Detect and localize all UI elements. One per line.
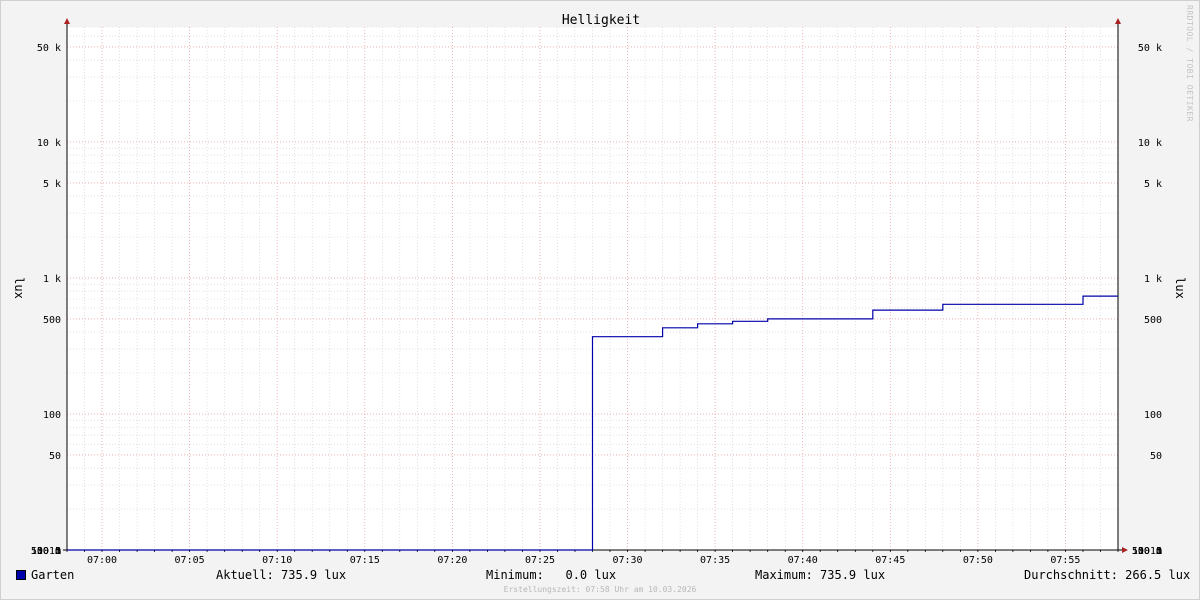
y-tick-label-left: 10 k (37, 138, 61, 149)
y-tick-label-left: 5 k (43, 179, 61, 190)
watermark: RRDTOOL / TOBI OETIKER (1185, 5, 1194, 122)
chart-title: Helligkeit (562, 13, 640, 28)
creation-time-footer: Erstellungszeit: 07:58 Uhr am 10.03.2026 (503, 585, 697, 594)
legend-swatch (16, 570, 26, 580)
y-tick-label-right: 5 k (1144, 179, 1162, 190)
y-axis-label-right: lux (1173, 277, 1187, 299)
legend-average: Durchschnitt: 266.5 lux (1024, 568, 1191, 582)
y-tick-label-left: 1 k (43, 274, 61, 285)
x-tick-label: 07:10 (262, 555, 292, 566)
x-tick-label: 07:00 (87, 555, 117, 566)
x-tick-label: 07:50 (963, 555, 993, 566)
y-axis-label-left: lux (12, 277, 26, 299)
legend-series-name: Garten (31, 568, 75, 582)
y-axis-arrow-left (64, 18, 70, 24)
legend-minimum: Minimum: 0.0 lux (486, 568, 617, 582)
x-tick-label: 07:40 (788, 555, 818, 566)
y-tick-label-left: 50 k (37, 43, 61, 54)
x-tick-label: 07:20 (437, 555, 467, 566)
chart-frame: 10 m 10 m 50 m 50 m 100 m 100 m 500 m 500 m1155… (0, 0, 1200, 600)
y-tick-label-right: 50 k (1138, 43, 1162, 54)
x-tick-label: 07:30 (612, 555, 642, 566)
y-axis-arrow-right (1115, 18, 1121, 24)
x-tick-label: 07:55 (1050, 555, 1080, 566)
x-axis-arrow (1122, 547, 1128, 553)
x-tick-label: 07:25 (525, 555, 555, 566)
y-tick-label-right: 1 k (1144, 274, 1162, 285)
chart-svg: 10 m 10 m50 m 50 m100 m 100 m500 m 500 m1 15 5… (12, 13, 1187, 566)
x-tick-label: 07:15 (350, 555, 380, 566)
y-tick-label-right: 50 (1150, 451, 1162, 462)
legend: Garten Aktuell: 735.9 lux Minimum: 0.0 l… (1, 567, 1199, 585)
x-tick-label: 07:05 (175, 555, 205, 566)
y-tick-label-right: 100 (1144, 410, 1162, 421)
legend-current: Aktuell: 735.9 lux (216, 568, 347, 582)
y-tick-label-right: 10 (1150, 546, 1162, 557)
y-tick-label-left: 100 (43, 410, 61, 421)
y-tick-label-right: 500 (1144, 315, 1162, 326)
y-tick-label-left: 500 (43, 315, 61, 326)
x-tick-label: 07:35 (700, 555, 730, 566)
x-tick-label: 07:45 (875, 555, 905, 566)
y-tick-label-left: 50 (49, 451, 61, 462)
y-tick-label-right: 10 k (1138, 138, 1162, 149)
legend-maximum: Maximum: 735.9 lux (755, 568, 886, 582)
y-tick-label-left: 10 (49, 546, 61, 557)
